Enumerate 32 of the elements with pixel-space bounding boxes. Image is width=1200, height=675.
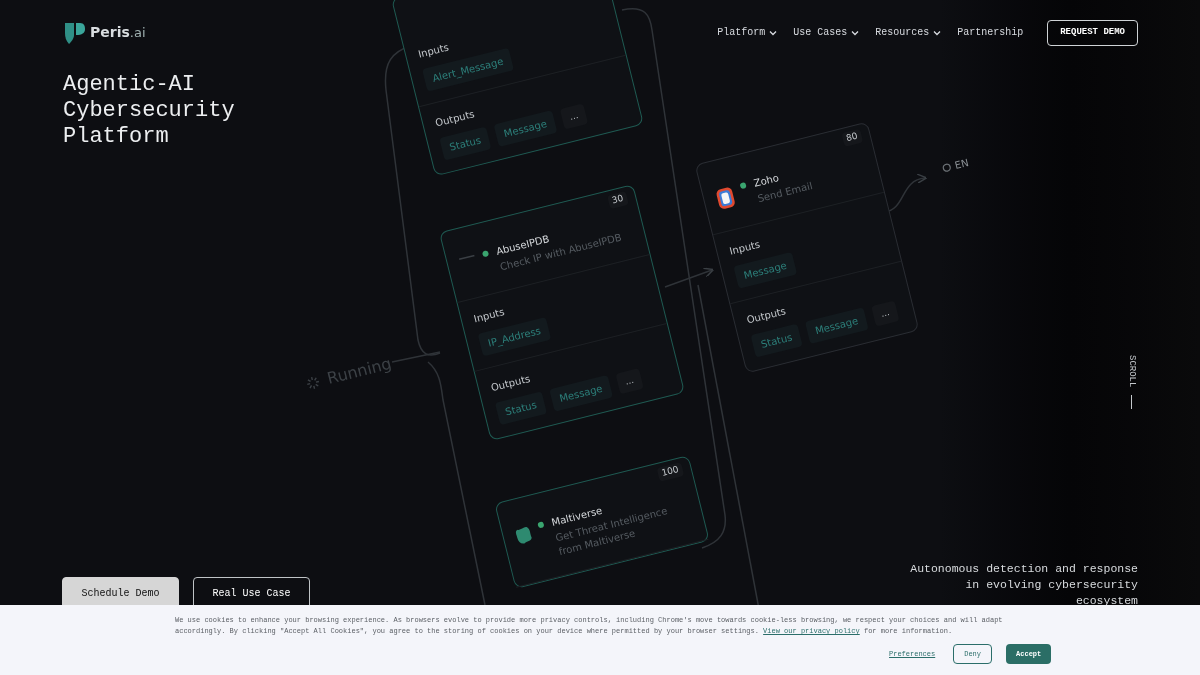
score-badge: 100 [656, 462, 685, 482]
request-demo-button[interactable]: REQUEST DEMO [1047, 20, 1138, 46]
nav-link[interactable]: Platform [717, 25, 778, 41]
hero-title: Agentic-AI Cybersecurity Platform [63, 71, 236, 150]
output-chip: Status [439, 126, 492, 161]
output-chip: Message [493, 110, 558, 147]
shield-logo-icon [64, 20, 86, 45]
circle-icon [941, 162, 953, 174]
more-chip: ... [870, 300, 900, 327]
logo-text: Peris [90, 23, 130, 43]
score-badge: 30 [606, 191, 629, 209]
nav-link[interactable]: Use Cases [793, 25, 860, 41]
nav-link[interactable]: Resources [875, 25, 942, 41]
more-chip: ... [615, 367, 645, 395]
end-label: EN [953, 155, 971, 173]
output-chip: Message [804, 307, 869, 345]
nav-link[interactable]: Partnership [957, 25, 1024, 41]
spinner-icon [304, 374, 322, 392]
output-chip: Status [750, 323, 803, 358]
scroll-label: SCROLL [1126, 355, 1138, 388]
output-chip: Status [494, 391, 547, 426]
blob-logo-icon [513, 524, 534, 546]
node-title: Zoho [752, 170, 781, 189]
chevron-down-icon [851, 29, 860, 36]
output-chip: Message [549, 374, 613, 412]
hero-tagline: Autonomous detection and response in evolving cybersecurity ecosystem [909, 561, 1138, 609]
chevron-down-icon [933, 29, 942, 36]
more-chip: ... [559, 103, 589, 130]
logo-suffix: .ai [129, 24, 146, 43]
score-badge: 80 [840, 128, 864, 147]
chevron-down-icon [769, 29, 778, 36]
line-icon [458, 253, 476, 262]
